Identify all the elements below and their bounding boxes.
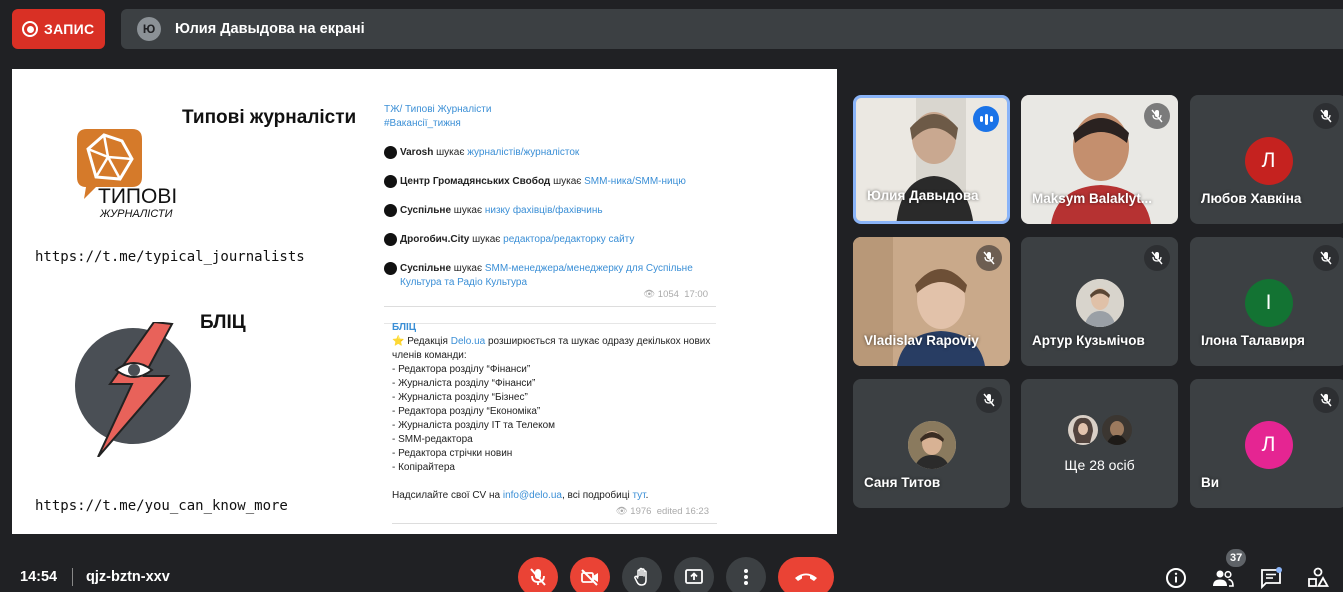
list-item: Суспільне шукає SMM-менеджера/менеджерку… [384,262,716,290]
participant-name: Ілона Талавиря [1201,333,1305,348]
list-item: - Журналіста розділу “Бізнес” [392,392,528,403]
clock: 14:54 [20,569,58,585]
mic-toggle-button[interactable] [518,557,558,592]
participant-name: Саня Титов [864,475,941,490]
participant-tile-self[interactable]: Л Ви [1190,379,1343,508]
meeting-code: qjz-bztn-xxv [86,569,170,585]
bullet-icon [384,262,397,275]
url-typical: https://t.me/typical_journalists [35,249,305,265]
participants-count-badge: 37 [1226,549,1247,567]
participant-name: Юлия Давыдова [867,188,979,203]
avatar: І [1244,279,1293,327]
logo1-word1: ТИПОВІ [98,185,177,208]
bullet-icon [384,175,397,188]
participant-name: Любов Хавкіна [1201,191,1302,206]
recording-label: ЗАПИС [44,21,95,37]
shared-screen: Типові журналісти ТИПОВІ ЖУРНАЛІСТИ http… [12,69,837,534]
list-item: - Редактора розділу “Економіка” [392,406,541,417]
mic-off-icon [1313,245,1339,271]
bullet-icon [384,204,397,217]
bullet-icon [384,233,397,246]
list-item: Varosh шукає журналістів/журналісток [384,146,716,160]
tg2-intro: ⭐ Редакція Delo.ua розширюється та шукає… [392,336,711,361]
more-participants-tile[interactable]: Ще 28 осіб [1021,379,1178,508]
mic-off-icon [530,568,546,586]
participant-name: Maksym Balaklyt... [1032,191,1153,206]
blitz-logo [75,322,191,457]
present-screen-button[interactable] [674,557,714,592]
raise-hand-button[interactable] [622,557,662,592]
speaking-indicator-icon [973,106,999,132]
participant-tile[interactable]: Vladislav Rapoviy [853,237,1010,366]
more-options-button[interactable] [726,557,766,592]
url-blitz: https://t.me/you_can_know_more [35,498,288,514]
avatar [1075,279,1124,327]
mic-off-icon [1144,245,1170,271]
telegram-post-blitz: БЛІЦ ⭐ Редакція Delo.ua розширюється та … [392,321,717,524]
tg2-channel: БЛІЦ [392,322,417,333]
camera-off-icon [581,569,598,586]
list-item: - Редактора розділу “Фінанси” [392,364,531,375]
avatar [1065,413,1100,447]
presenter-avatar: Ю [137,17,161,41]
tg1-tag: #Вакансії_тижня [384,118,461,129]
people-icon[interactable] [1211,566,1235,590]
more-vert-icon [744,569,748,585]
logo1-word2: ЖУРНАЛІСТИ [99,208,173,219]
participant-tile[interactable]: Л Любов Хавкіна [1190,95,1343,224]
mic-off-icon [976,245,1002,271]
mic-off-icon [1144,103,1170,129]
more-participants-avatars [1065,413,1134,447]
participant-name: Ви [1201,475,1220,490]
participant-tile[interactable]: І Ілона Талавиря [1190,237,1343,366]
leave-call-button[interactable] [778,557,834,592]
mic-off-icon [1313,387,1339,413]
participant-tile[interactable]: Саня Титов [853,379,1010,508]
list-item: - Редактора стрічки новин [392,448,513,459]
camera-toggle-button[interactable] [570,557,610,592]
slide-title-typical: Типові журналісти [182,107,357,128]
list-item: - Копірайтера [392,462,455,473]
chat-icon[interactable] [1259,566,1283,590]
avatar [1099,413,1134,447]
tg1-meta: 👁 1054 17:00 [643,289,708,300]
tg1-channel: ТЖ/ Типові Журналісти [384,104,492,115]
present-icon [685,569,703,584]
participant-tile[interactable]: Артур Кузьмічов [1021,237,1178,366]
meeting-info-icon[interactable] [1164,566,1188,590]
recording-indicator[interactable]: ЗАПИС [12,9,105,49]
slide-title-blitz: БЛІЦ [200,312,246,333]
mic-off-icon [1313,103,1339,129]
avatar: Л [1244,137,1293,185]
list-item: Центр Громадянських Свобод шукає SMM-ник… [384,175,716,189]
presenter-banner: Ю Юлия Давыдова на екрані [121,9,1343,49]
participant-name: Артур Кузьмічов [1032,333,1145,348]
list-item: - SMM-редактора [392,434,473,445]
participant-tile[interactable]: Юлия Давыдова [853,95,1010,224]
more-participants-label: Ще 28 осіб [1064,457,1135,473]
hand-icon [634,567,647,586]
list-item: - Журналіста розділу IT та Телеком [392,420,556,431]
bullet-icon [384,146,397,159]
list-item: - Журналіста розділу “Фінанси” [392,378,536,389]
tg2-cv-line: Надсилайте свої CV на info@delo.ua, всі … [392,490,649,501]
avatar [907,421,956,469]
participant-name: Vladislav Rapoviy [864,333,979,348]
mic-off-icon [976,387,1002,413]
avatar: Л [1244,421,1293,469]
list-item: Дрогобич.City шукає редактора/редакторку… [384,233,716,247]
tg2-meta: 👁 1976 edited 16:23 [615,506,709,517]
activities-icon[interactable] [1306,566,1330,590]
hang-up-icon [795,573,817,581]
presenter-text: Юлия Давыдова на екрані [175,21,365,37]
record-icon [22,21,38,37]
divider [72,568,73,586]
participant-tile[interactable]: Maksym Balaklyt... [1021,95,1178,224]
list-item: Суспільне шукає низку фахівців/фахівчинь [384,204,716,218]
typical-journalists-logo: ТИПОВІ ЖУРНАЛІСТИ [77,129,177,219]
telegram-post-vacancies: ТЖ/ Типові Журналісти #Вакансії_тижня Va… [384,103,716,324]
